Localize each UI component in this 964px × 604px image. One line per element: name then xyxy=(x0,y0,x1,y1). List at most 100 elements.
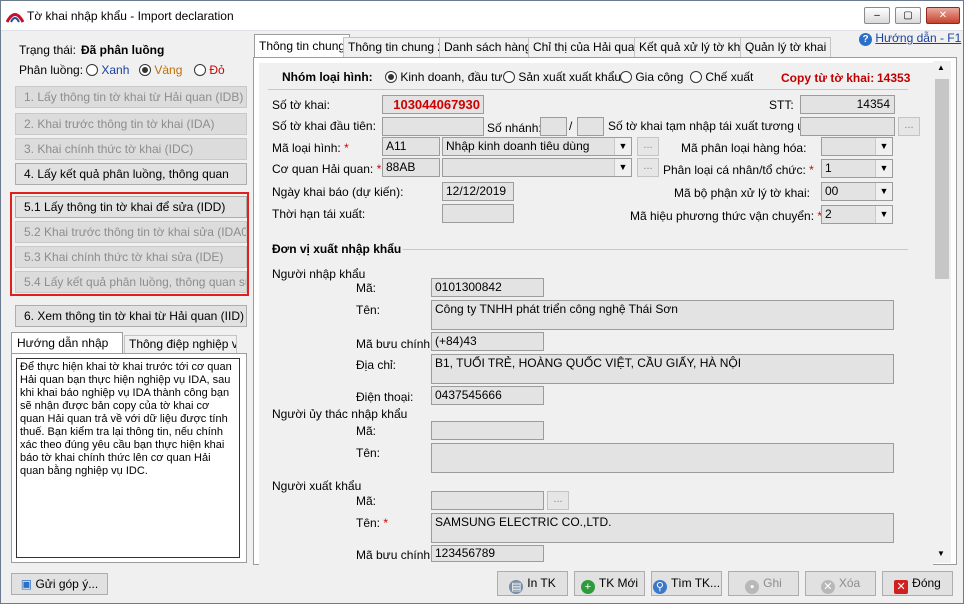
close-window-button[interactable]: ✕ xyxy=(926,7,960,24)
app-logo-icon xyxy=(6,13,24,23)
idd-button[interactable]: 5.1 Lấy thông tin tờ khai để sửa (IDD) xyxy=(15,196,247,218)
xoa-button[interactable]: ✕ Xóa xyxy=(805,571,876,596)
tab-thong-diep[interactable]: Thông điệp nghiệp vụ xyxy=(124,335,237,354)
chevron-down-icon[interactable]: ▼ xyxy=(875,138,892,155)
tab-thong-tin-chung-2[interactable]: Thông tin chung 2 xyxy=(343,37,450,57)
radio-gia-cong[interactable]: Gia công xyxy=(620,70,683,84)
thoi-han-field[interactable] xyxy=(442,204,514,223)
maximize-button[interactable]: ▢ xyxy=(895,7,921,24)
ma-bo-phan-combo[interactable]: 00 ▼ xyxy=(821,182,893,201)
co-quan-field[interactable]: 88AB xyxy=(382,158,440,177)
tim-tk-button[interactable]: ⚲ Tìm TK... xyxy=(651,571,722,596)
radio-vang[interactable]: Vàng xyxy=(139,63,182,77)
nk-dia-chi-field[interactable]: B1, TUỔI TRẺ, HOÀNG QUỐC VIỆT, CẦU GIẤY,… xyxy=(431,354,894,384)
help-text: Để thực hiện khai tờ khai trước tới cơ q… xyxy=(16,358,240,558)
dong-button[interactable]: ✕ Đóng xyxy=(882,571,953,596)
tab-huong-dan[interactable]: Hướng dẫn nhập liệu xyxy=(11,332,123,370)
so-dau-tien-label: Số tờ khai đầu tiên: xyxy=(272,119,376,133)
feedback-button[interactable]: ▣ Gửi góp ý... xyxy=(11,573,108,595)
nhom-loai-hinh-label: Nhóm loại hình: xyxy=(282,70,373,84)
xk-ten-field[interactable]: SAMSUNG ELECTRIC CO.,LTD. xyxy=(431,513,894,543)
ut-ma-field[interactable] xyxy=(431,421,544,440)
so-nhanh-slash: / xyxy=(569,119,573,133)
idc-button[interactable]: 3. Khai chính thức tờ khai (IDC) xyxy=(15,138,247,160)
required-mark: * xyxy=(809,163,814,177)
so-tam-nhap-field[interactable] xyxy=(800,117,895,136)
ut-ten-field[interactable] xyxy=(431,443,894,473)
nk-ma-label: Mã: xyxy=(356,281,377,295)
help-panel: Để thực hiện khai tờ khai trước tới cơ q… xyxy=(11,353,247,563)
tab-danh-sach-hang[interactable]: Danh sách hàng xyxy=(439,37,537,57)
radio-san-xuat[interactable]: Sản xuất xuất khẩu xyxy=(503,70,621,84)
ma-hieu-pt-combo[interactable]: 2 ▼ xyxy=(821,205,893,224)
ket-qua-sua-button[interactable]: 5.4 Lấy kết quả phân luồng, thông quan s… xyxy=(15,271,247,293)
ma-loai-hinh-field[interactable]: A11 xyxy=(382,137,440,156)
don-vi-heading: Đơn vị xuất nhập khẩu xyxy=(272,242,402,256)
so-nhanh-field-1[interactable] xyxy=(540,117,567,136)
tab-quan-ly[interactable]: Quản lý tờ khai xyxy=(740,37,832,57)
ide-button[interactable]: 5.3 Khai chính thức tờ khai sửa (IDE) xyxy=(15,246,247,268)
radio-che-xuat[interactable]: Chế xuất xyxy=(690,70,753,84)
help-link[interactable]: ? Hướng dẫn - F1 xyxy=(859,31,961,46)
scroll-down-icon[interactable]: ▼ xyxy=(937,549,945,558)
so-to-khai-field[interactable]: 103044067930 xyxy=(382,95,484,114)
radio-kinh-doanh[interactable]: Kinh doanh, đầu tư xyxy=(385,70,502,84)
ut-ten-label: Tên: xyxy=(356,446,381,460)
feedback-icon: ▣ xyxy=(20,577,36,591)
chevron-down-icon[interactable]: ▼ xyxy=(614,138,631,155)
radio-che-xuat-icon xyxy=(690,71,702,83)
scroll-up-icon[interactable]: ▲ xyxy=(937,63,945,72)
nk-buu-chinh-label: Mã bưu chính: xyxy=(356,337,434,351)
xoa-label: Xóa xyxy=(838,576,861,590)
ket-qua-phan-luong-button[interactable]: 4. Lấy kết quả phân luồng, thông quan xyxy=(15,163,247,185)
ma-loai-hinh-desc: Nhập kinh doanh tiêu dùng xyxy=(446,139,590,153)
so-dau-tien-field[interactable] xyxy=(382,117,484,136)
tab-ket-qua-xu-ly[interactable]: Kết quả xử lý tờ khai xyxy=(634,37,755,57)
radio-vang-label: Vàng xyxy=(154,63,183,77)
ma-phan-loai-combo[interactable]: ▼ xyxy=(821,137,893,156)
xk-ma-field[interactable] xyxy=(431,491,544,510)
minimize-button[interactable]: ‒ xyxy=(864,7,890,24)
chevron-down-icon[interactable]: ▼ xyxy=(875,206,892,223)
so-nhanh-field-2[interactable] xyxy=(577,117,604,136)
so-tam-nhap-lookup-button[interactable]: ... xyxy=(898,117,920,136)
co-quan-label: Cơ quan Hải quan: * xyxy=(272,162,381,176)
nk-dien-thoai-field[interactable]: 0437545666 xyxy=(431,386,544,405)
tk-moi-button[interactable]: + TK Mới xyxy=(574,571,645,596)
ma-loai-hinh-lookup-button[interactable]: ... xyxy=(637,137,659,156)
nk-buu-chinh-field[interactable]: (+84)43 xyxy=(431,332,544,351)
in-tk-button[interactable]: ▤ In TK xyxy=(497,571,568,596)
ida-button[interactable]: 2. Khai trước thông tin tờ khai (IDA) xyxy=(15,113,247,135)
phan-loai-cn-value: 1 xyxy=(825,161,832,175)
nk-ma-field[interactable]: 0101300842 xyxy=(431,278,544,297)
chevron-down-icon[interactable]: ▼ xyxy=(875,160,892,177)
ghi-button[interactable]: ▪ Ghi xyxy=(728,571,799,596)
tab-thong-tin-chung[interactable]: Thông tin chung xyxy=(254,34,351,58)
chevron-down-icon[interactable]: ▼ xyxy=(614,159,631,176)
co-quan-text: Cơ quan Hải quan: xyxy=(272,162,374,176)
scroll-thumb[interactable] xyxy=(935,79,949,279)
in-tk-label: In TK xyxy=(527,576,556,590)
iid-button[interactable]: 6. Xem thông tin tờ khai từ Hải quan (II… xyxy=(15,305,247,327)
chevron-down-icon[interactable]: ▼ xyxy=(875,183,892,200)
ma-loai-hinh-combo[interactable]: Nhập kinh doanh tiêu dùng ▼ xyxy=(442,137,632,156)
xk-buu-chinh-field[interactable]: 123456789 xyxy=(431,545,544,562)
ngay-khai-label: Ngày khai báo (dự kiến): xyxy=(272,185,404,199)
phan-loai-cn-combo[interactable]: 1 ▼ xyxy=(821,159,893,178)
radio-xanh[interactable]: Xanh xyxy=(86,63,129,77)
tab-chi-thi[interactable]: Chỉ thị của Hải quan xyxy=(528,37,647,57)
xk-ma-lookup-button[interactable]: ... xyxy=(547,491,569,510)
nguoi-nk-heading: Người nhập khẩu xyxy=(272,267,366,281)
ida01-button[interactable]: 5.2 Khai trước thông tin tờ khai sửa (ID… xyxy=(15,221,247,243)
co-quan-lookup-button[interactable]: ... xyxy=(637,158,659,177)
phan-loai-cn-label: Phân loại cá nhân/tổ chức: * xyxy=(663,163,814,177)
idb-button[interactable]: 1. Lấy thông tin tờ khai từ Hải quan (ID… xyxy=(15,86,247,108)
stt-field[interactable]: 14354 xyxy=(800,95,895,114)
nk-ten-field[interactable]: Công ty TNHH phát triển công nghệ Thái S… xyxy=(431,300,894,330)
ngay-khai-field[interactable]: 12/12/2019 xyxy=(442,182,514,201)
status-value: Đã phân luồng xyxy=(81,43,165,57)
co-quan-combo[interactable]: ▼ xyxy=(442,158,632,177)
xk-buu-chinh-label: Mã bưu chính: xyxy=(356,548,434,562)
vertical-scrollbar[interactable]: ▲ ▼ xyxy=(933,61,951,563)
radio-do[interactable]: Đỏ xyxy=(194,63,225,77)
